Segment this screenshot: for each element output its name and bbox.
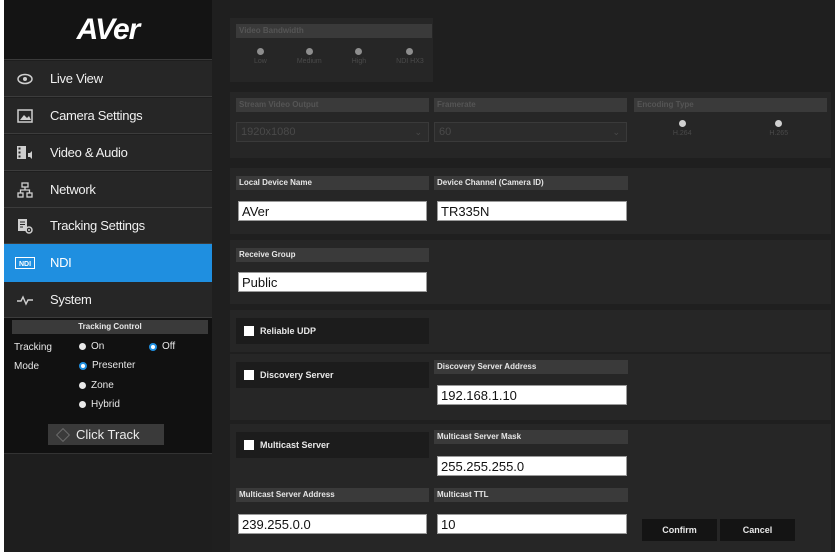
sidebar-item-system[interactable]: System	[4, 282, 212, 318]
tracking-off-radio[interactable]: Off	[149, 341, 175, 352]
tracking-control-title: Tracking Control	[12, 320, 208, 334]
reliable-udp-checkbox[interactable]: Reliable UDP	[244, 326, 316, 336]
confirm-button[interactable]: Confirm	[642, 519, 717, 541]
device-channel-input[interactable]: TR335N	[437, 201, 627, 221]
sidebar: AVer Live View Camera Settings Video & A…	[4, 0, 212, 552]
radio-dot-selected	[149, 342, 157, 351]
receive-group-input[interactable]: Public	[238, 272, 427, 292]
multicast-server-checkbox[interactable]: Multicast Server	[244, 440, 330, 450]
document-gear-icon	[14, 217, 36, 235]
sidebar-item-tracking-settings[interactable]: Tracking Settings	[4, 208, 212, 244]
reliable-udp-row: Reliable UDP	[236, 318, 429, 344]
multicast-server-address-input[interactable]: 239.255.0.0	[238, 514, 427, 534]
ndi-icon: NDI	[14, 254, 36, 272]
bandwidth-high-radio[interactable]: High	[352, 48, 366, 65]
sidebar-item-video-audio[interactable]: Video & Audio	[4, 135, 212, 171]
discovery-server-address-label: Discovery Server Address	[434, 360, 628, 374]
mode-hybrid-radio[interactable]: Hybrid	[79, 399, 120, 410]
framerate-select[interactable]: 60 ⌄	[434, 122, 627, 142]
multicast-ttl-input[interactable]: 10	[437, 514, 627, 534]
multicast-server-mask-input[interactable]: 255.255.255.0	[437, 456, 627, 476]
checkbox-box	[244, 440, 254, 450]
logo-text: AVer	[76, 12, 141, 46]
sidebar-item-label: Video & Audio	[50, 145, 128, 160]
mode-zone-radio[interactable]: Zone	[79, 380, 114, 391]
checkbox-box	[244, 370, 254, 380]
video-bandwidth-title: Video Bandwidth	[236, 24, 432, 38]
multicast-server-mask-label: Multicast Server Mask	[434, 430, 628, 444]
sidebar-item-network[interactable]: Network	[4, 172, 212, 208]
sidebar-item-label: Camera Settings	[50, 108, 143, 123]
local-device-name-input[interactable]: AVer	[238, 201, 427, 221]
discovery-server-row: Discovery Server	[236, 362, 429, 388]
stream-settings-panel: Stream Video Output 1920x1080 ⌄ Framerat…	[230, 92, 831, 158]
video-bandwidth-panel: Video Bandwidth Low Medium High NDI HX3	[230, 18, 433, 82]
diamond-icon	[55, 427, 71, 442]
stream-video-output-title: Stream Video Output	[236, 98, 429, 112]
receive-group-label: Receive Group	[236, 248, 429, 262]
tracking-label: Tracking	[14, 342, 52, 353]
discovery-server-address-input[interactable]: 192.168.1.10	[437, 385, 627, 405]
sidebar-item-label: NDI	[50, 255, 72, 270]
mode-presenter-radio[interactable]: Presenter	[79, 360, 135, 371]
chevron-down-icon: ⌄	[414, 126, 422, 137]
image-icon	[14, 107, 36, 125]
sidebar-item-label: Network	[50, 182, 96, 197]
device-channel-label: Device Channel (Camera ID)	[434, 176, 628, 190]
mode-label: Mode	[14, 361, 40, 372]
radio-dot	[79, 401, 86, 408]
multicast-server-address-label: Multicast Server Address	[236, 488, 429, 502]
radio-dot	[79, 382, 86, 389]
chevron-down-icon: ⌄	[612, 126, 620, 137]
tracking-on-radio[interactable]: On	[79, 341, 104, 352]
film-audio-icon	[14, 144, 36, 162]
bandwidth-ndi-hx3-radio[interactable]: NDI HX3	[396, 48, 424, 65]
pulse-icon	[14, 291, 36, 309]
svg-text:NDI: NDI	[19, 261, 31, 268]
radio-dot	[79, 343, 86, 350]
sidebar-item-label: Live View	[50, 71, 103, 86]
sidebar-item-live-view[interactable]: Live View	[4, 61, 212, 97]
bandwidth-low-radio[interactable]: Low	[254, 48, 267, 65]
multicast-server-row: Multicast Server	[236, 432, 429, 458]
multicast-ttl-label: Multicast TTL	[434, 488, 628, 502]
framerate-title: Framerate	[434, 98, 627, 112]
sidebar-item-label: Tracking Settings	[50, 218, 145, 233]
encoding-type-title: Encoding Type	[634, 98, 827, 112]
encoding-h265-radio[interactable]: H.265	[769, 120, 788, 137]
checkbox-box	[244, 326, 254, 336]
sidebar-item-camera-settings[interactable]: Camera Settings	[4, 98, 212, 134]
click-track-button[interactable]: Click Track	[48, 424, 164, 445]
sidebar-item-ndi[interactable]: NDI NDI	[4, 244, 212, 282]
cancel-button[interactable]: Cancel	[720, 519, 795, 541]
sidebar-item-label: System	[50, 292, 92, 307]
eye-icon	[14, 70, 36, 88]
stream-video-output-select[interactable]: 1920x1080 ⌄	[236, 122, 429, 142]
encoding-h264-radio[interactable]: H.264	[673, 120, 692, 137]
aver-logo: AVer	[4, 0, 212, 60]
radio-dot-selected	[79, 361, 87, 370]
discovery-server-checkbox[interactable]: Discovery Server	[244, 370, 334, 380]
local-device-name-label: Local Device Name	[236, 176, 429, 190]
network-icon	[14, 181, 36, 199]
bandwidth-medium-radio[interactable]: Medium	[297, 48, 322, 65]
